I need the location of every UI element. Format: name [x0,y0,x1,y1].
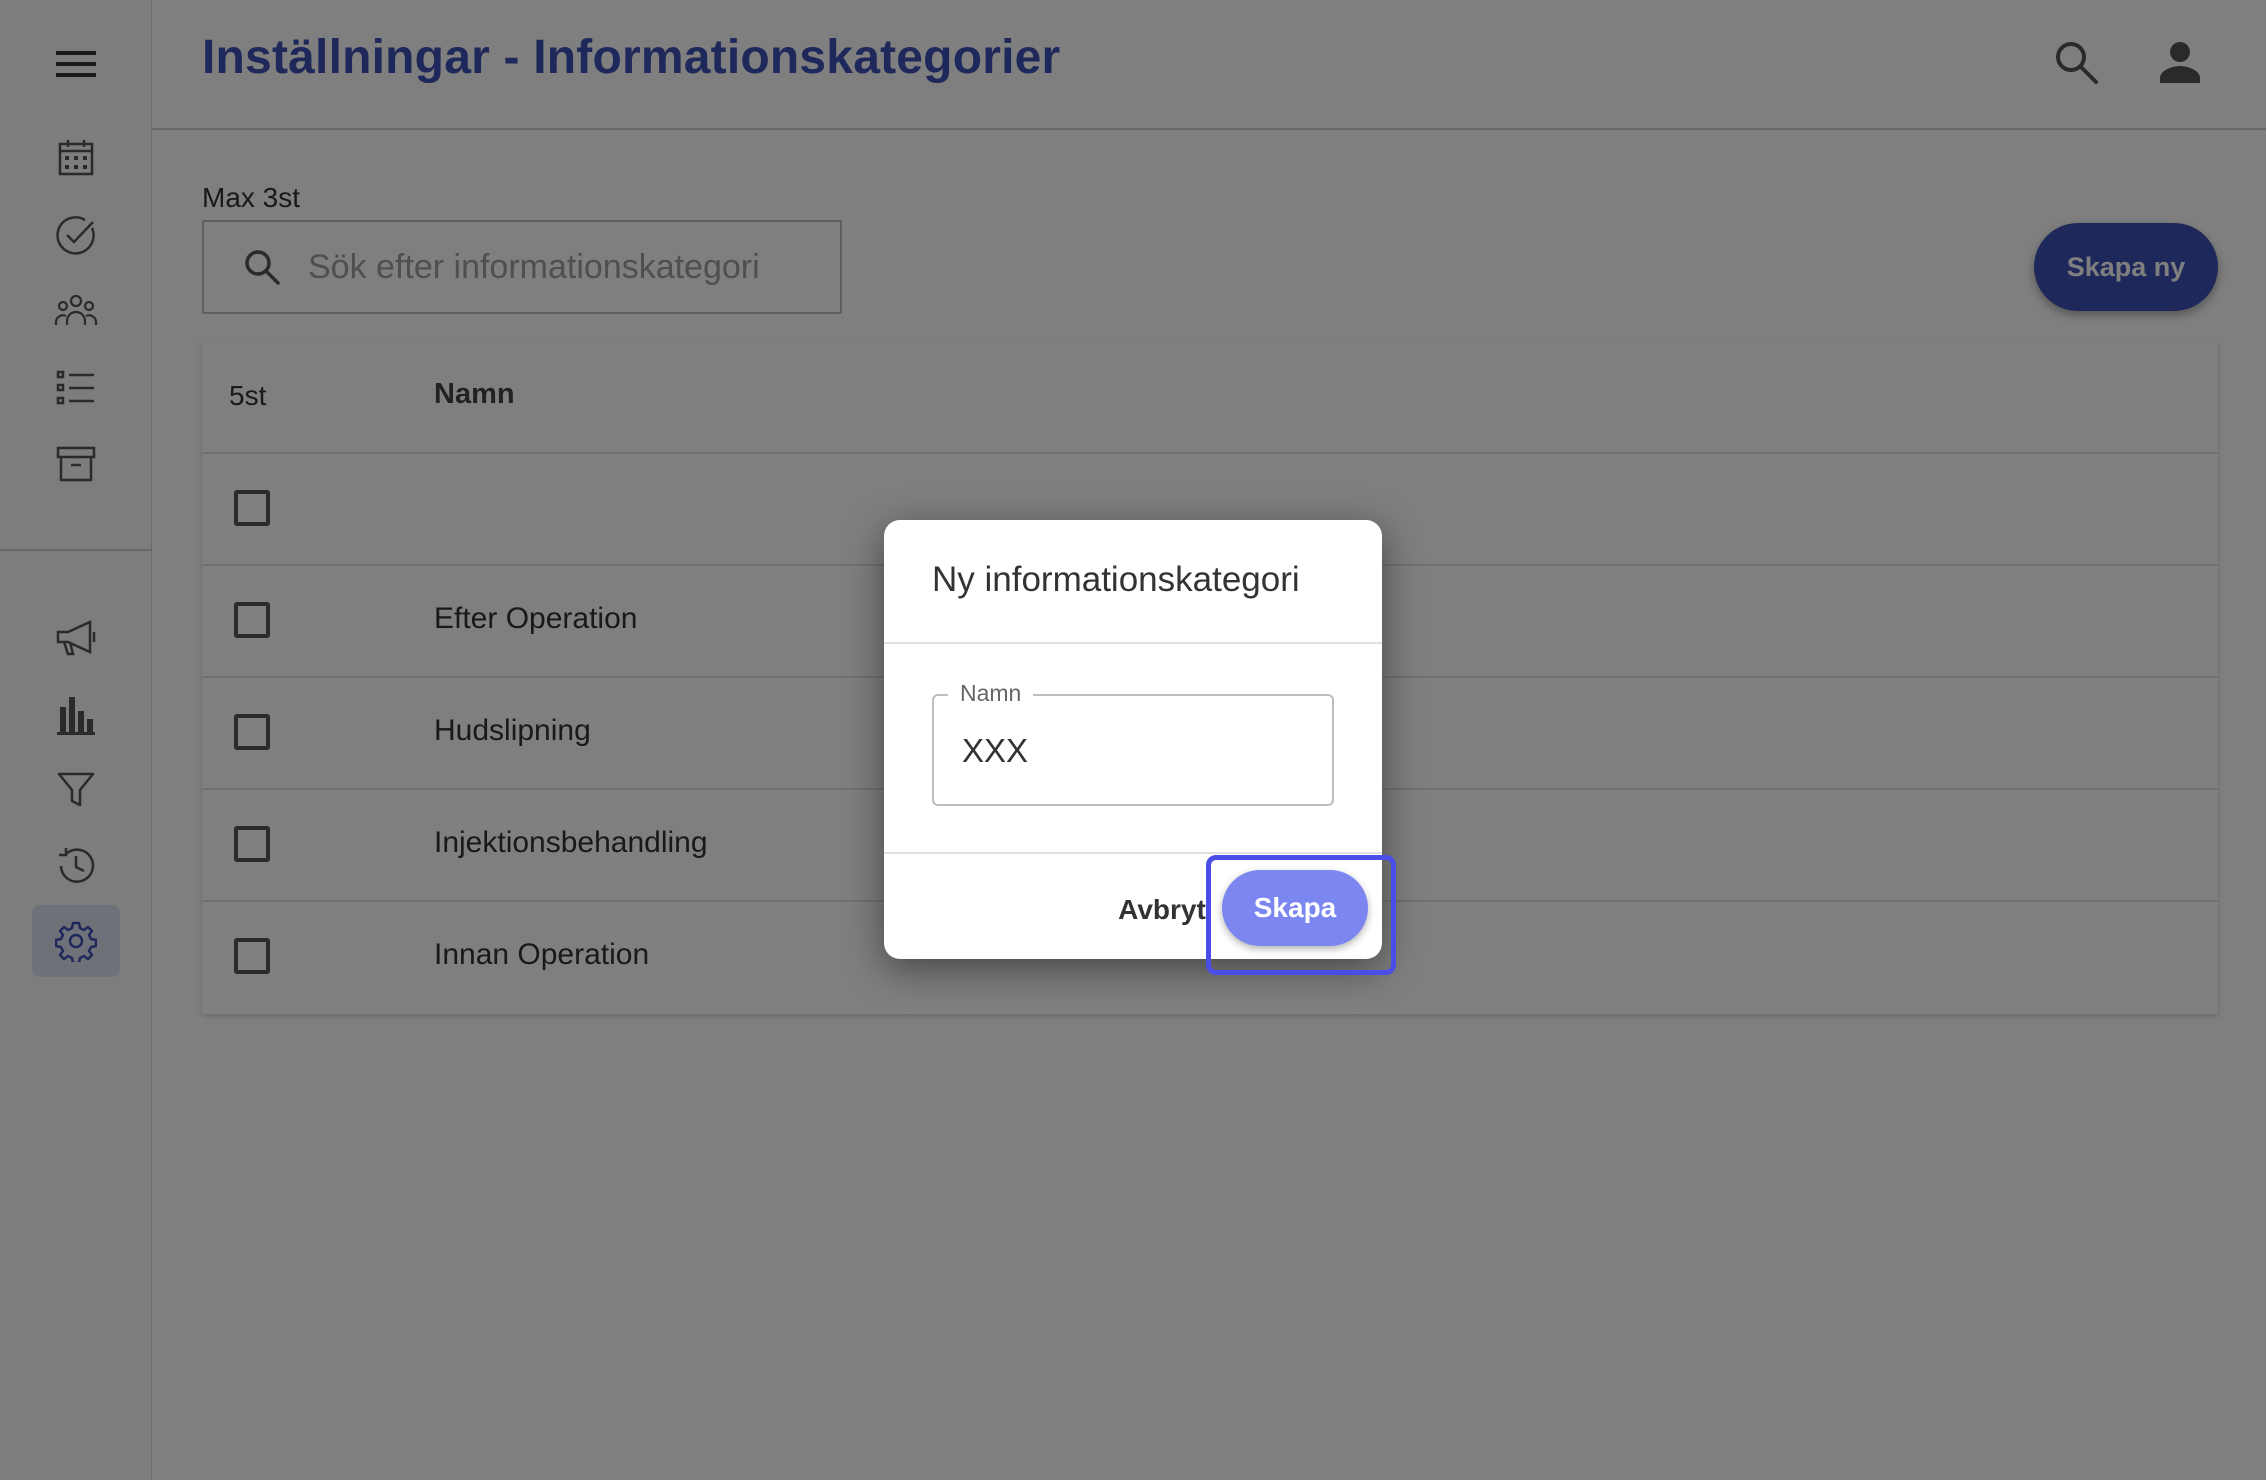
create-button-focus-ring [1206,855,1396,975]
dialog-divider [884,642,1382,644]
name-field[interactable]: Namn [932,680,1334,806]
name-input[interactable] [960,726,1304,776]
name-field-label: Namn [948,680,1034,707]
dialog-divider [884,852,1382,854]
dialog-title: Ny informationskategori [932,560,1300,599]
